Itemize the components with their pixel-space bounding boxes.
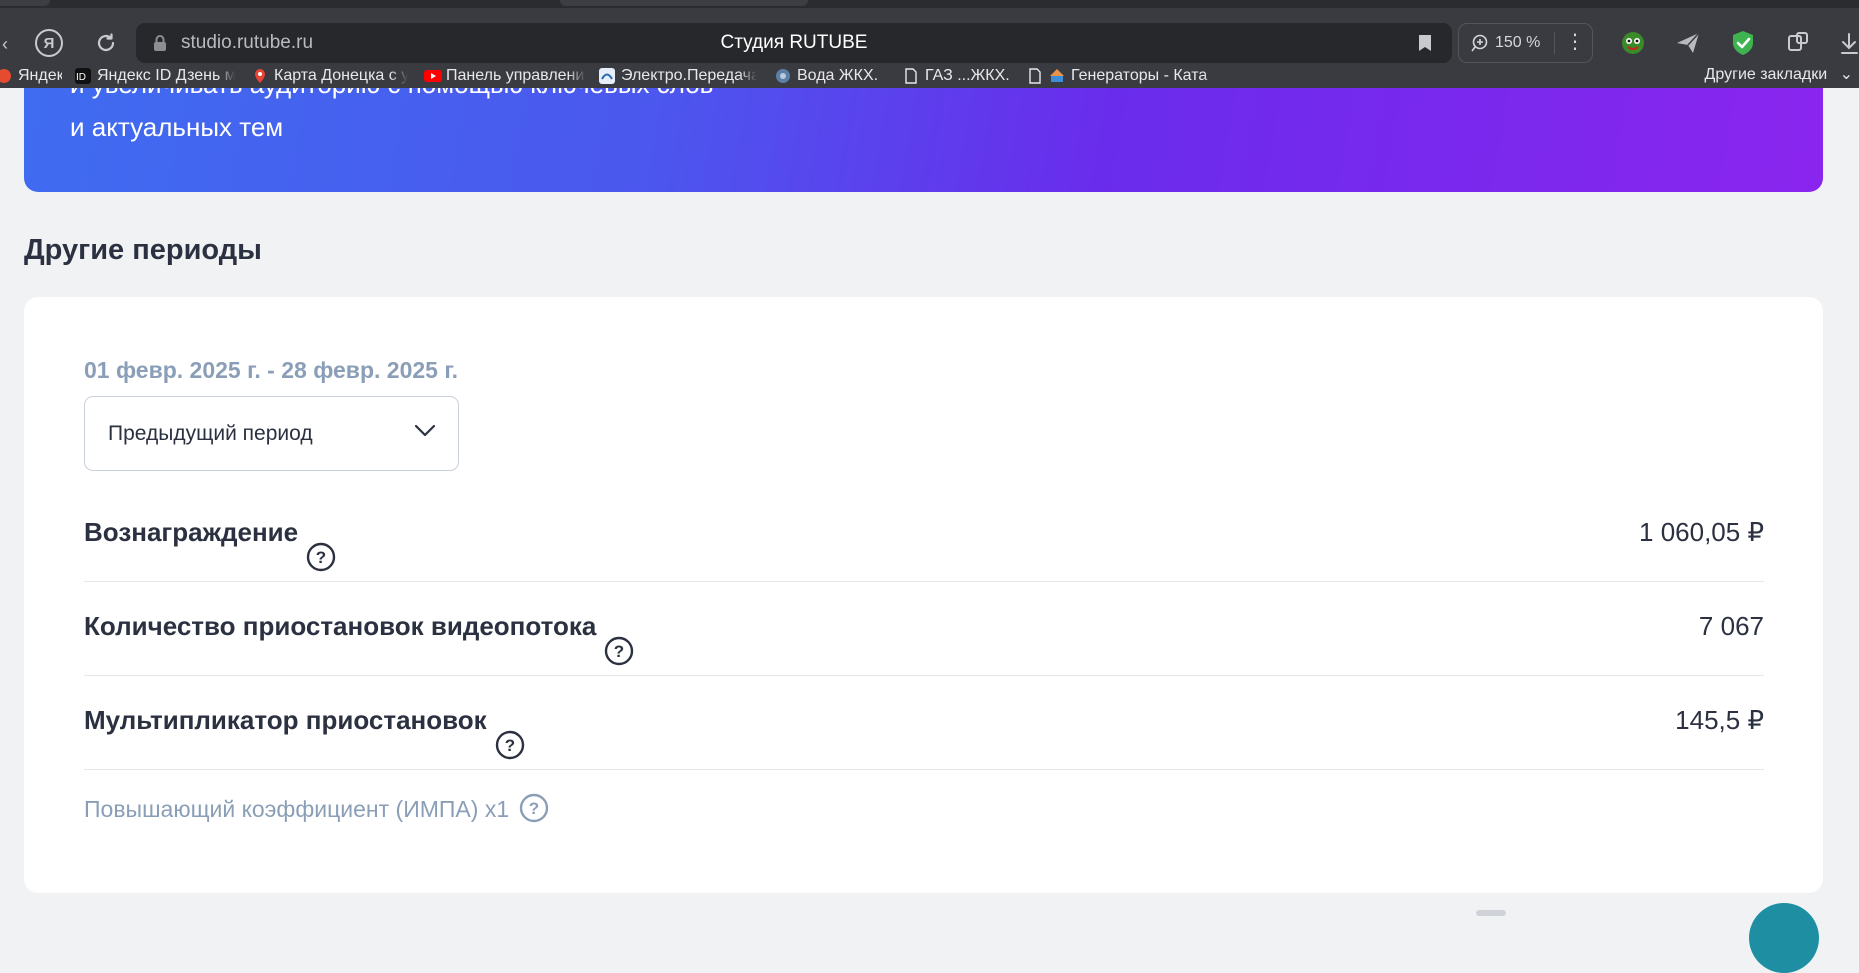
window-top-strip bbox=[0, 0, 1859, 8]
document-icon bbox=[1027, 68, 1043, 84]
svg-text:?: ? bbox=[504, 736, 514, 755]
label-fade bbox=[1203, 64, 1221, 88]
periods-card: 01 февр. 2025 г. - 28 февр. 2025 г. Пред… bbox=[24, 297, 1823, 893]
help-icon[interactable]: ? bbox=[306, 516, 336, 572]
page-tab-title: Студия RUTUBE bbox=[720, 32, 868, 53]
footer-element-peek bbox=[1476, 910, 1506, 916]
bookmark-item[interactable]: ГАЗ ...ЖКХ. bbox=[903, 64, 1013, 88]
chevron-down-icon bbox=[414, 424, 436, 438]
yandex-button-icon[interactable]: Я bbox=[35, 29, 63, 57]
label-fade bbox=[568, 64, 586, 88]
metric-value: 7 067 bbox=[1698, 611, 1764, 641]
document-icon bbox=[903, 68, 919, 84]
map-pin-icon bbox=[252, 68, 268, 84]
bookmark-item[interactable]: Вода ЖКХ. bbox=[775, 64, 885, 88]
period-date-range: 01 февр. 2025 г. - 28 февр. 2025 г. bbox=[84, 357, 458, 383]
bookmark-item[interactable]: ID Яндекс ID Дзень м bbox=[75, 64, 235, 88]
help-icon[interactable]: ? bbox=[604, 610, 634, 666]
bookmark-icon[interactable] bbox=[1418, 34, 1432, 52]
bookmarks-bar: Яндекс ID Яндекс ID Дзень м Карта Донецк… bbox=[0, 64, 1859, 88]
chevron-down-icon: ⌄ bbox=[1839, 66, 1853, 83]
zoom-level: 150 % bbox=[1495, 34, 1541, 51]
banner-text-line: и увеличивать аудиторию с помощью ключев… bbox=[70, 88, 714, 100]
metric-value: 145,5 ₽ bbox=[1675, 705, 1764, 735]
electro-icon bbox=[599, 68, 615, 84]
bookmark-item[interactable]: Генераторы - Ката bbox=[1027, 64, 1221, 88]
metric-value: 1 060,05 ₽ bbox=[1639, 517, 1764, 547]
other-bookmarks[interactable]: Другие закладки ⌄ bbox=[1705, 64, 1853, 88]
metric-label-text: Количество приостановок видеопотока bbox=[84, 611, 597, 641]
browser-toolbar: ‹ Я studio.rutube.ru Студия RUTUBE 150 %… bbox=[0, 8, 1859, 64]
period-select[interactable]: Предыдущий период bbox=[84, 396, 459, 471]
bookmark-label: ГАЗ ...ЖКХ. bbox=[925, 67, 1010, 84]
bookmark-label: Электро.Передача bbox=[621, 67, 757, 84]
metric-label: Вознаграждение? bbox=[84, 485, 336, 579]
boost-coefficient: Повышающий коэффициент (ИМПА) x1? bbox=[84, 789, 549, 829]
more-menu-icon[interactable]: ⋮ bbox=[1561, 24, 1589, 62]
zoom-icon bbox=[1471, 34, 1489, 52]
svg-text:?: ? bbox=[614, 642, 624, 661]
row-divider bbox=[84, 769, 1764, 770]
zoom-control[interactable]: 150 % ⋮ bbox=[1458, 23, 1593, 63]
bookmark-label: Генераторы - Ката bbox=[1071, 67, 1208, 84]
metric-label-text: Мультипликатор приостановок bbox=[84, 705, 487, 735]
metric-label: Мультипликатор приостановок? bbox=[84, 673, 525, 767]
lock-icon bbox=[152, 34, 168, 52]
bookmark-item[interactable]: Панель управлени bbox=[424, 64, 586, 88]
bookmark-label: Вода ЖКХ. bbox=[797, 67, 879, 84]
promo-banner: и увеличивать аудиторию с помощью ключев… bbox=[24, 88, 1823, 192]
address-bar[interactable]: studio.rutube.ru Студия RUTUBE bbox=[136, 23, 1452, 63]
label-fade bbox=[739, 64, 757, 88]
metric-label-text: Вознаграждение bbox=[84, 517, 299, 547]
metric-label: Количество приостановок видеопотока? bbox=[84, 579, 634, 673]
bookmark-label: Панель управлени bbox=[446, 67, 585, 84]
support-chat-button[interactable] bbox=[1749, 903, 1819, 973]
metric-row-pauses: Количество приостановок видеопотока? 7 0… bbox=[84, 579, 1764, 673]
bookmark-label: Яндекс ID Дзень м bbox=[97, 67, 235, 84]
reload-icon[interactable] bbox=[91, 28, 121, 58]
bookmark-label: Карта Донецка с у bbox=[274, 67, 408, 84]
extensions-puzzle-icon[interactable] bbox=[1784, 29, 1812, 57]
svg-text:?: ? bbox=[316, 548, 326, 567]
metric-row-multiplier: Мультипликатор приостановок? 145,5 ₽ bbox=[84, 673, 1764, 767]
bookmark-item[interactable]: Электро.Передача bbox=[599, 64, 757, 88]
period-select-value: Предыдущий период bbox=[108, 422, 313, 445]
label-fade bbox=[390, 64, 408, 88]
back-arrow-icon[interactable]: ‹ bbox=[0, 30, 10, 58]
metric-row-reward: Вознаграждение? 1 060,05 ₽ bbox=[84, 485, 1764, 579]
yandex-icon bbox=[0, 68, 12, 84]
extension-frog-icon[interactable] bbox=[1619, 29, 1647, 57]
label-fade bbox=[217, 64, 235, 88]
svg-text:?: ? bbox=[529, 799, 539, 818]
svg-text:ID: ID bbox=[76, 72, 86, 83]
water-icon bbox=[775, 68, 791, 84]
bookmark-label: Яндекс bbox=[18, 67, 62, 84]
extension-shield-icon[interactable] bbox=[1729, 29, 1757, 57]
extension-plane-icon[interactable] bbox=[1674, 29, 1702, 57]
tab-stub[interactable] bbox=[560, 0, 808, 6]
banner-text-line: и актуальных тем bbox=[70, 112, 284, 142]
youtube-icon bbox=[424, 68, 442, 84]
download-icon[interactable] bbox=[1840, 29, 1859, 57]
bookmark-item[interactable]: Яндекс bbox=[0, 64, 62, 88]
help-icon[interactable]: ? bbox=[519, 793, 549, 823]
help-icon[interactable]: ? bbox=[495, 704, 525, 760]
other-bookmarks-label: Другие закладки bbox=[1704, 66, 1828, 83]
tab-stub-left[interactable] bbox=[0, 0, 50, 6]
address-url[interactable]: studio.rutube.ru bbox=[181, 23, 313, 63]
yandex-id-icon: ID bbox=[75, 68, 91, 84]
section-title: Другие периоды bbox=[24, 234, 262, 266]
boost-label: Повышающий коэффициент (ИМПА) x1 bbox=[84, 796, 510, 822]
zoom-divider bbox=[1554, 32, 1555, 54]
generator-icon bbox=[1049, 68, 1065, 84]
bookmark-item[interactable]: Карта Донецка с у bbox=[252, 64, 408, 88]
